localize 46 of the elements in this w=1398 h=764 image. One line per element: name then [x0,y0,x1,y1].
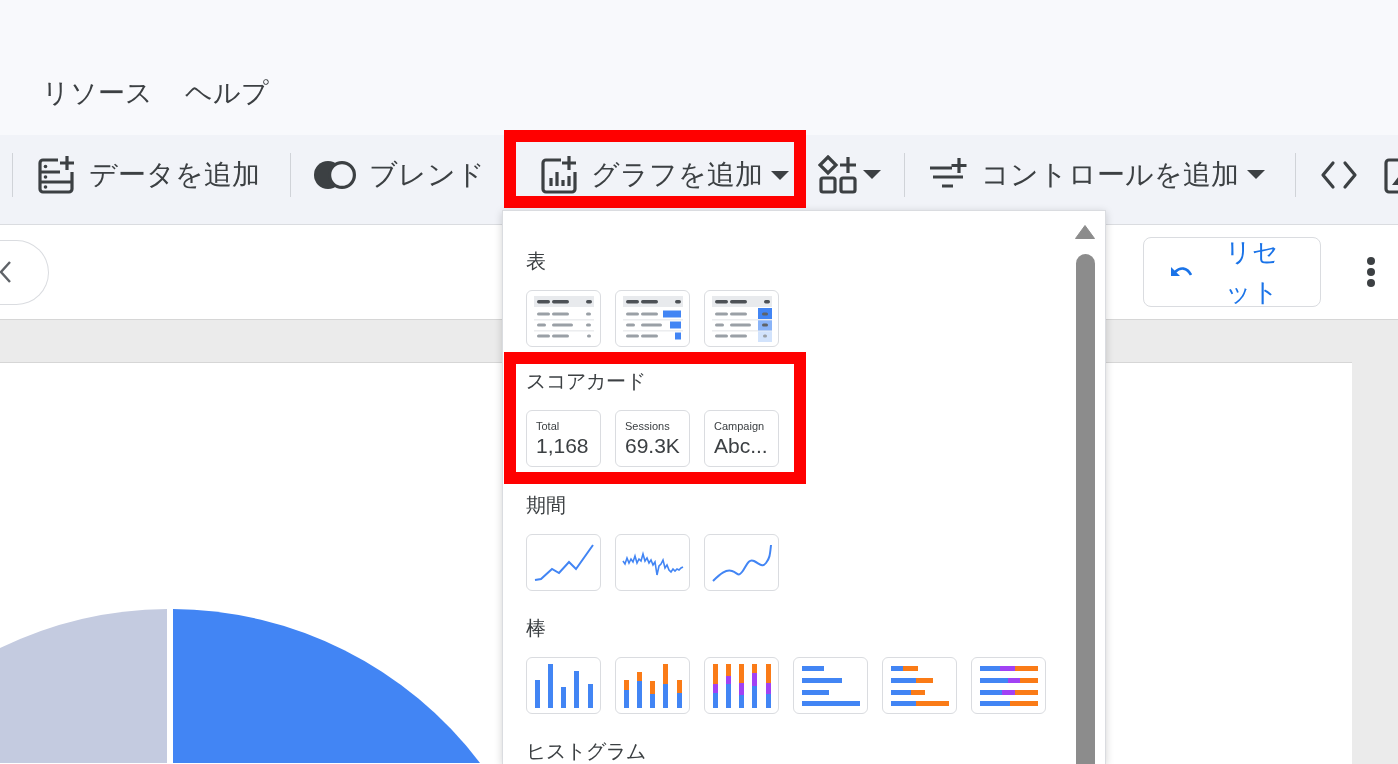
chevron-left-icon [0,261,11,283]
chart-type-option[interactable] [526,290,601,347]
menu-item[interactable]: リソース [42,75,153,111]
section-title: スコアカード [526,369,646,394]
stacked-column-chart-icon [623,663,682,708]
shapes-add-icon [818,154,858,195]
table-add-icon [36,154,76,195]
chart-type-option[interactable] [615,657,690,714]
heatmap-table-icon [711,295,772,342]
chart-type-option[interactable] [793,657,868,714]
toolbar-button[interactable]: グラフを追加 [504,130,806,208]
chart-type-option[interactable] [704,534,779,591]
bar-table-icon [622,295,683,342]
section-title: ヒストグラム [526,739,646,764]
section-title: 表 [526,249,546,274]
smooth-line-chart-icon [711,543,772,582]
chart-type-option[interactable] [526,534,601,591]
blend-icon [314,159,356,190]
scorecard-option[interactable]: Sessions 69.3K [615,410,690,467]
menu-item[interactable]: ヘルプ [185,75,269,111]
full-stacked-column-chart-icon [712,663,771,708]
line-chart-icon [533,543,594,582]
chart-type-option[interactable] [704,290,779,347]
toolbar-button[interactable]: データを追加 [24,150,279,199]
full-stacked-bar-chart-icon [979,665,1038,706]
section-title: 棒 [526,616,546,641]
back-button[interactable] [0,239,49,305]
more-options-icon[interactable] [1366,256,1376,288]
column-chart-icon [534,663,593,708]
chart-type-option[interactable] [882,657,957,714]
chart-type-option[interactable] [526,657,601,714]
toolbar-button[interactable]: コントロールを追加 [916,150,1284,199]
toolbar-button[interactable]: ブレンド [302,150,504,199]
scorecard-option[interactable]: Campaign Abc... [704,410,779,467]
scorecard-option[interactable]: Total 1,168 [526,410,601,467]
chart-type-option[interactable] [615,534,690,591]
scrollbar-thumb[interactable] [1075,254,1095,764]
bar-chart-icon [801,665,860,706]
reset-button[interactable]: リセット [1143,237,1321,307]
chart-type-option[interactable] [971,657,1046,714]
chart-type-option[interactable] [615,290,690,347]
section-title: 期間 [526,493,566,518]
chart-add-icon [540,155,578,195]
chart-type-option[interactable] [704,657,779,714]
stacked-bar-chart-icon [890,665,949,706]
undo-icon [1171,266,1192,278]
